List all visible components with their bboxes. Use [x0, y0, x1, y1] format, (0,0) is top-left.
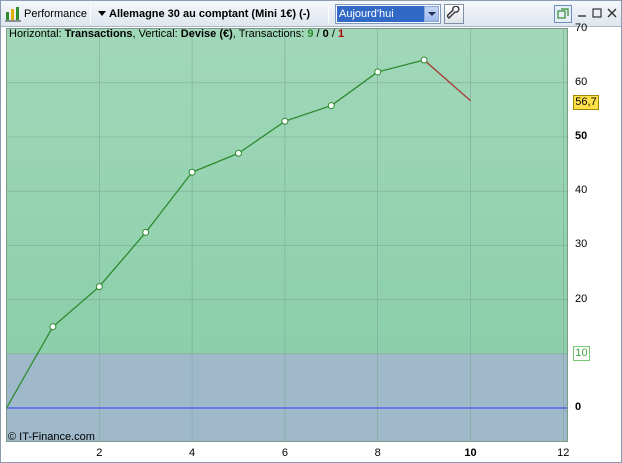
losing-transactions-count: 1: [337, 28, 345, 40]
x-tick-label: 2: [96, 447, 103, 459]
y-tick-label: 60: [575, 75, 588, 88]
restore-icon[interactable]: [554, 5, 572, 23]
x-tick-label: 8: [374, 447, 381, 459]
data-point: [281, 117, 289, 125]
last-value-badge: 56,7: [573, 95, 599, 110]
y-tick-label: 30: [575, 238, 588, 251]
data-point: [327, 102, 335, 110]
instrument-label[interactable]: Allemagne 30 au comptant (Mini 1€) (-): [109, 1, 310, 27]
data-point: [420, 56, 428, 64]
x-tick-label: 12: [557, 447, 570, 459]
vertical-value: Devise (€): [180, 28, 233, 40]
period-select[interactable]: Aujourd'hui: [335, 4, 441, 24]
vertical-label: , Vertical:: [132, 28, 181, 40]
chevron-down-icon[interactable]: [424, 6, 439, 22]
instrument-dropdown-arrow-icon[interactable]: [98, 1, 106, 27]
transactions-label: , Transactions:: [232, 28, 308, 40]
performance-window: Performance Allemagne 30 au comptant (Mi…: [0, 0, 622, 463]
data-point: [374, 68, 382, 76]
x-tick-label: 6: [281, 447, 288, 459]
horizontal-value: Transactions: [64, 28, 133, 40]
x-tick-label: 10: [464, 447, 477, 459]
data-point: [142, 228, 150, 236]
data-point: [235, 149, 242, 157]
toolbar: Performance Allemagne 30 au comptant (Mi…: [1, 1, 621, 27]
performance-label[interactable]: Performance: [24, 1, 87, 27]
wrench-icon: [446, 4, 461, 23]
y-tick-label: 40: [575, 184, 588, 197]
horizontal-label: Horizontal:: [9, 28, 65, 40]
performance-icon[interactable]: [5, 1, 21, 27]
toolbar-separator: [90, 5, 91, 23]
y-tick-label: 20: [575, 292, 588, 305]
minimize-icon[interactable]: [575, 6, 589, 20]
data-point: [49, 323, 57, 331]
transactions-separator: /: [328, 28, 338, 40]
y-tick-label: 0: [575, 401, 582, 413]
chart-area[interactable]: [6, 28, 568, 442]
settings-wrench-button[interactable]: [444, 4, 464, 24]
performance-chart: [7, 29, 567, 441]
close-icon[interactable]: [605, 6, 619, 20]
data-point: [188, 168, 196, 176]
y-tick-label: 70: [575, 21, 588, 34]
copyright-watermark: © IT-Finance.com: [8, 431, 95, 443]
x-tick-label: 4: [189, 447, 196, 459]
losing-zone: [7, 353, 567, 441]
transactions-separator: /: [313, 28, 323, 40]
chart-info-line: Horizontal: Transactions, Vertical: Devi…: [9, 28, 344, 41]
data-point: [95, 283, 103, 291]
threshold-level-badge: 10: [573, 346, 590, 361]
period-select-value[interactable]: Aujourd'hui: [337, 6, 424, 22]
maximize-icon[interactable]: [590, 6, 604, 20]
toolbar-separator: [328, 5, 329, 23]
y-tick-label: 50: [575, 130, 588, 142]
